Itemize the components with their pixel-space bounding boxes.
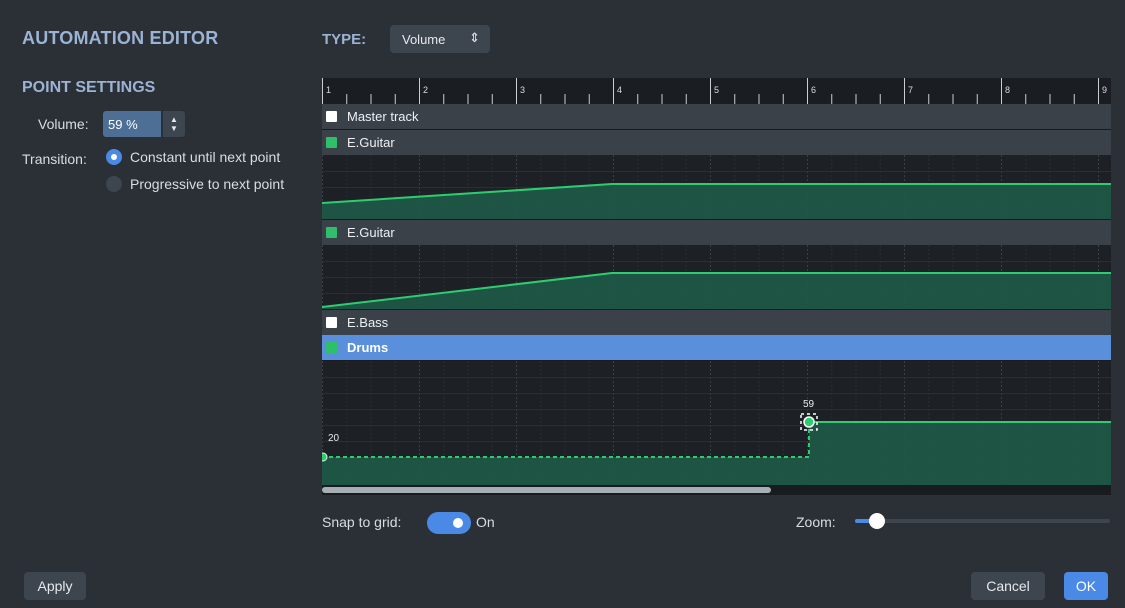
automation-fill	[322, 184, 1111, 219]
track-header-eguitar-1[interactable]: E.Guitar	[322, 130, 1111, 155]
radio-constant[interactable]: Constant until next point	[106, 149, 280, 165]
ok-button[interactable]: OK	[1064, 572, 1108, 600]
editor-title: AUTOMATION EDITOR	[22, 28, 219, 48]
volume-stepper[interactable]: ▲ ▼	[163, 111, 185, 137]
timeline-ruler[interactable]: 1 2 3 4 5 6 7 8 9	[322, 78, 1111, 104]
track-name: E.Guitar	[347, 135, 395, 150]
radio-unselected-icon[interactable]	[106, 176, 122, 192]
track-name: Master track	[347, 109, 419, 124]
snap-label: Snap to grid:	[322, 514, 402, 530]
track-color-swatch[interactable]	[326, 227, 337, 238]
point-value-label: 59	[803, 399, 815, 410]
ruler-bar-5: 5	[714, 85, 720, 95]
scrollbar-thumb[interactable]	[322, 487, 771, 493]
track-name: E.Bass	[347, 315, 389, 330]
ruler-bar-6: 6	[811, 85, 817, 95]
zoom-slider-knob[interactable]	[869, 513, 885, 529]
transition-label: Transition:	[22, 151, 87, 167]
ruler-bar-4: 4	[617, 85, 623, 95]
track-header-drums[interactable]: Drums	[322, 335, 1111, 360]
apply-button[interactable]: Apply	[24, 572, 86, 600]
track-header-eguitar-2[interactable]: E.Guitar	[322, 220, 1111, 245]
zoom-label: Zoom:	[796, 514, 836, 530]
cancel-button[interactable]: Cancel	[971, 572, 1045, 600]
zoom-slider-track[interactable]	[855, 519, 1110, 523]
ruler-bar-7: 7	[908, 85, 914, 95]
track-color-swatch[interactable]	[326, 111, 337, 122]
snap-state: On	[476, 514, 495, 530]
type-label: TYPE:	[322, 31, 367, 48]
track-header-master[interactable]: Master track	[322, 104, 1111, 129]
track-header-ebass[interactable]: E.Bass	[322, 310, 1111, 335]
stepper-up-icon[interactable]: ▲	[170, 115, 178, 124]
track-name: E.Guitar	[347, 225, 395, 240]
track-color-swatch[interactable]	[326, 317, 337, 328]
volume-label: Volume:	[38, 116, 89, 132]
automation-curve[interactable]: 20 59	[322, 361, 1111, 485]
ruler-bar-3: 3	[520, 85, 526, 95]
automation-curve[interactable]	[322, 155, 1111, 219]
point-settings-title: POINT SETTINGS	[22, 79, 156, 96]
up-down-chevron-icon: ⇕	[469, 30, 480, 45]
automation-curve[interactable]	[322, 245, 1111, 309]
automation-lane-eguitar-1[interactable]	[322, 155, 1111, 219]
point-value-label: 20	[328, 433, 340, 444]
ruler-bar-2: 2	[423, 85, 429, 95]
automation-point[interactable]	[322, 452, 328, 462]
snap-toggle[interactable]	[427, 512, 471, 534]
ruler-bar-8: 8	[1005, 85, 1011, 95]
ruler-bar-1: 1	[326, 85, 332, 95]
automation-lane-eguitar-2[interactable]	[322, 245, 1111, 309]
automation-lane-drums[interactable]: 20 59	[322, 361, 1111, 485]
automation-transition-line[interactable]	[322, 422, 810, 458]
type-select[interactable]: Volume ⇕	[390, 25, 490, 53]
radio-selected-icon[interactable]	[106, 149, 122, 165]
radio-progressive[interactable]: Progressive to next point	[106, 176, 284, 192]
stepper-down-icon[interactable]: ▼	[170, 124, 178, 133]
track-color-swatch[interactable]	[326, 342, 337, 353]
automation-editor-area: 1 2 3 4 5 6 7 8 9 Master track E.Guitar …	[322, 78, 1111, 495]
track-color-swatch[interactable]	[326, 137, 337, 148]
radio-constant-label: Constant until next point	[130, 149, 281, 165]
track-name: Drums	[347, 340, 389, 355]
ruler-bar-9: 9	[1102, 85, 1108, 95]
radio-progressive-label: Progressive to next point	[130, 176, 285, 192]
volume-control: 59 % ▲ ▼	[103, 111, 187, 137]
automation-point-selected[interactable]	[803, 416, 815, 428]
automation-fill	[322, 273, 1111, 309]
type-select-value: Volume	[402, 31, 446, 47]
automation-fill	[322, 422, 1111, 485]
volume-input[interactable]: 59 %	[103, 111, 161, 137]
